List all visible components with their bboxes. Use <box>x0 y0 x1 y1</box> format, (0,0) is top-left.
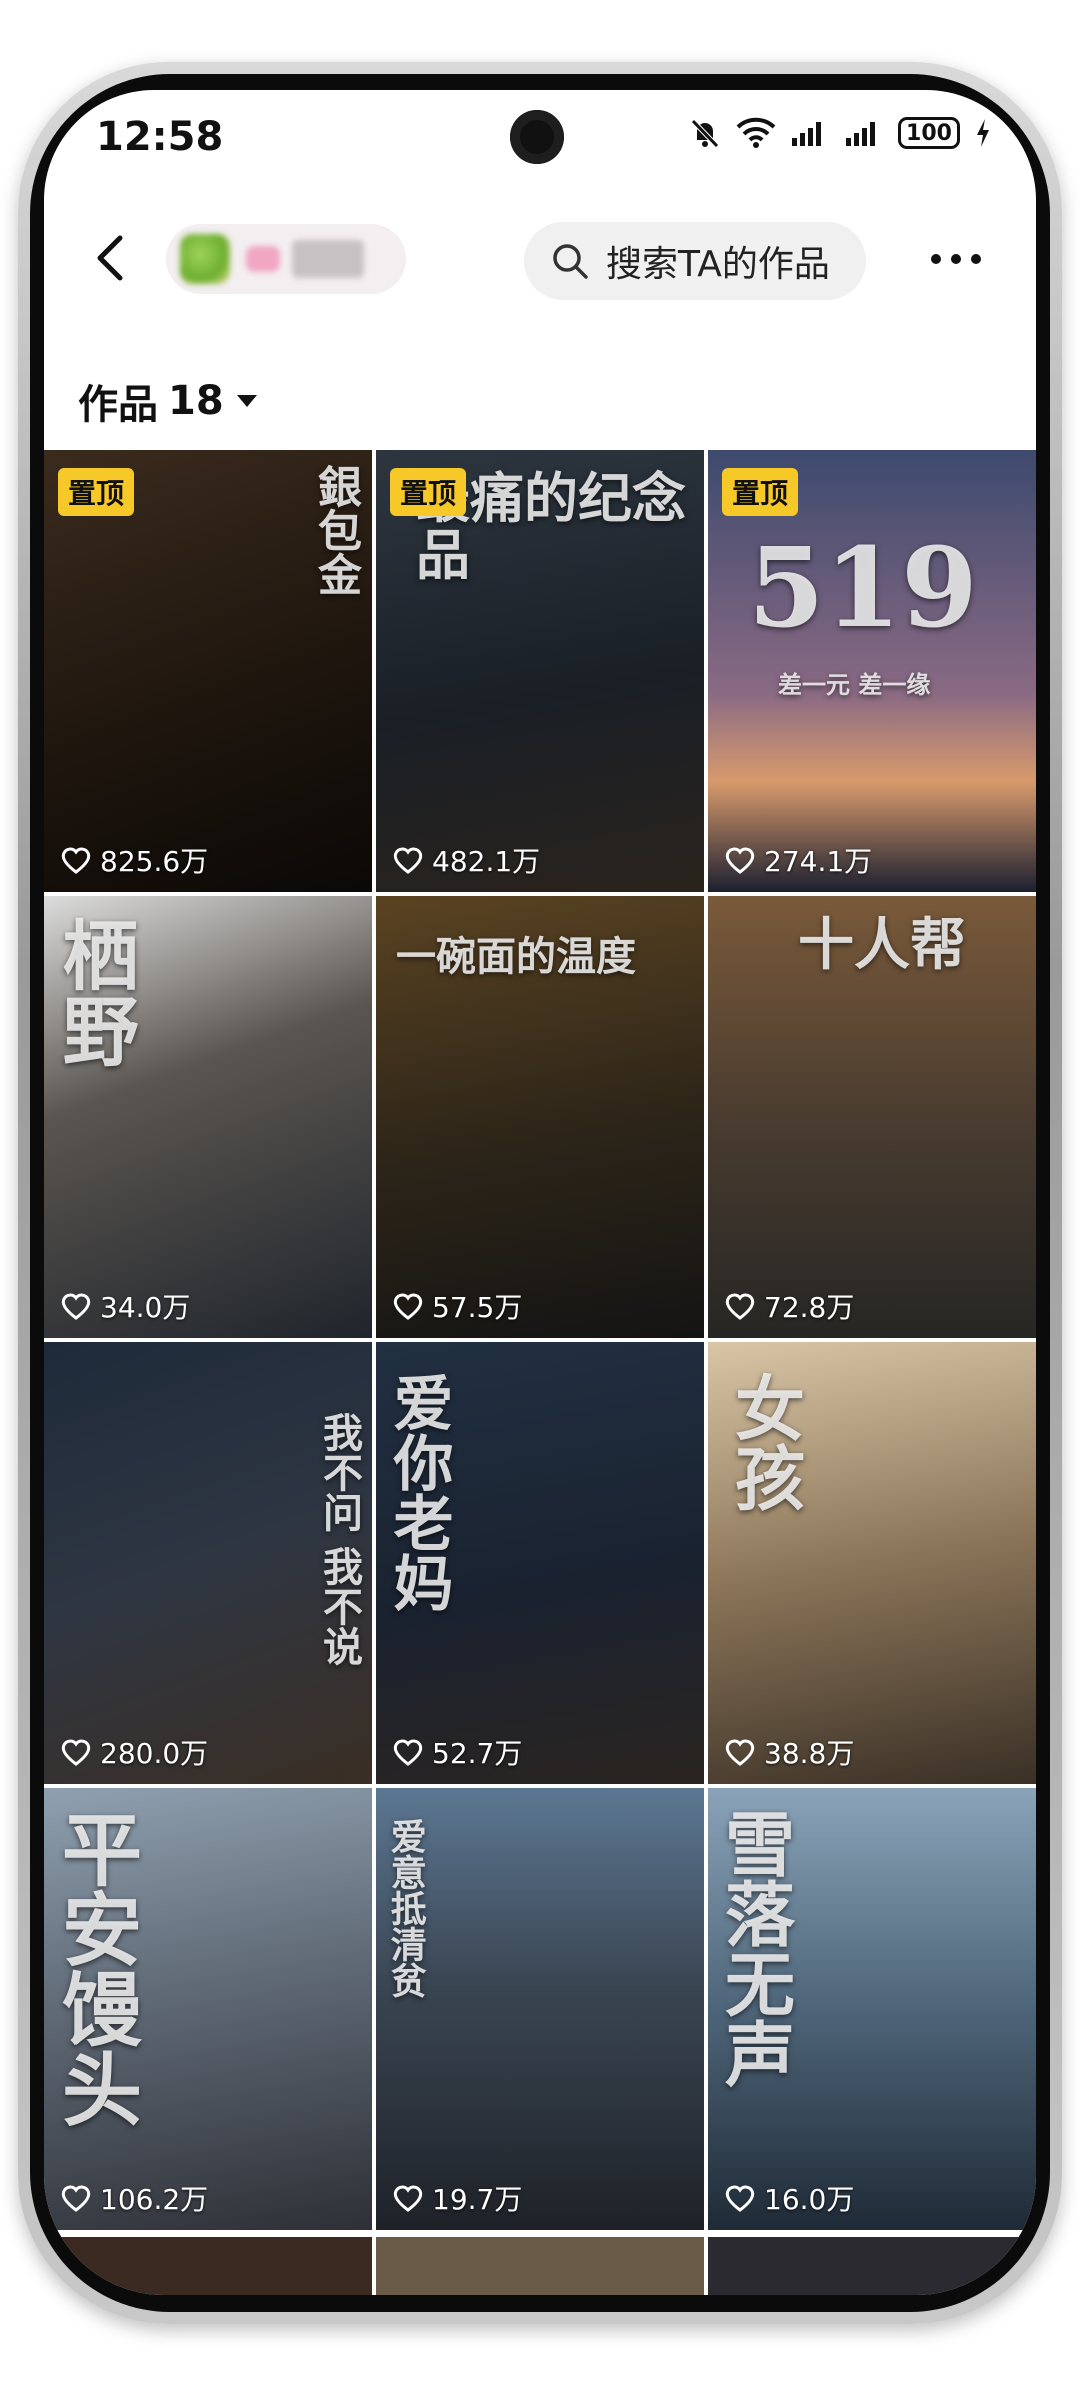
video-card[interactable]: 銀包金 置顶 825.6万 <box>44 450 372 892</box>
heart-icon <box>725 847 755 874</box>
search-placeholder: 搜索TA的作品 <box>606 244 830 285</box>
like-count-text: 482.1万 <box>432 845 541 878</box>
pinned-badge: 置顶 <box>722 468 799 516</box>
like-count-text: 34.0万 <box>100 1291 191 1324</box>
video-card-partial[interactable] <box>376 2237 704 2295</box>
poster-subtitle: 差一元 差一缘 <box>778 670 931 699</box>
front-camera <box>510 110 564 164</box>
wifi-icon <box>736 117 776 148</box>
poster-title: 平安馒头 <box>49 1808 143 2128</box>
video-card[interactable]: 最痛的纪念品 置顶 482.1万 <box>376 450 704 892</box>
back-arrow-icon[interactable] <box>84 228 144 288</box>
status-icons: 100 <box>688 116 992 150</box>
video-card[interactable]: 女孩 38.8万 <box>708 1342 1036 1784</box>
heart-icon <box>61 1739 91 1766</box>
heart-icon <box>393 2185 423 2212</box>
heart-icon <box>393 1739 423 1766</box>
profile-header: 搜索TA的作品 <box>44 200 1036 320</box>
poster-title: 爱你老妈 <box>383 1372 453 1612</box>
video-card[interactable]: 爱你老妈 52.7万 <box>376 1342 704 1784</box>
video-card[interactable]: 爱意抵清贫 19.7万 <box>376 1788 704 2230</box>
more-options-icon[interactable] <box>926 244 986 274</box>
poster-title: 女孩 <box>723 1372 807 1512</box>
like-count-text: 19.7万 <box>432 2183 523 2216</box>
poster-title: 銀包金 <box>310 464 361 596</box>
like-count: 482.1万 <box>392 840 540 880</box>
like-count: 34.0万 <box>60 1286 190 1326</box>
poster-title: 雪落无声 <box>713 1808 797 2088</box>
search-works-input[interactable]: 搜索TA的作品 <box>524 222 866 300</box>
like-count: 825.6万 <box>60 840 208 880</box>
like-count-text: 106.2万 <box>100 2183 209 2216</box>
username-blur-part <box>292 240 364 278</box>
like-count: 52.7万 <box>392 1732 522 1772</box>
heart-icon <box>61 1293 91 1320</box>
like-count-text: 72.8万 <box>764 1291 855 1324</box>
heart-icon <box>393 1293 423 1320</box>
username-blur-part <box>246 246 280 272</box>
poster-title: 十人帮 <box>798 912 966 978</box>
video-card[interactable]: 519 差一元 差一缘 置顶 274.1万 <box>708 450 1036 892</box>
video-card[interactable]: 十人帮 72.8万 <box>708 896 1036 1338</box>
like-count-text: 38.8万 <box>764 1737 855 1770</box>
works-grid-next-row <box>44 2237 1036 2295</box>
user-identity-blurred[interactable] <box>166 224 406 294</box>
like-count-text: 16.0万 <box>764 2183 855 2216</box>
works-grid: 銀包金 置顶 825.6万 最痛的纪念品 置顶 482.1万 519 差一元 差一缘 置顶 274… <box>44 450 1036 2230</box>
works-filter[interactable]: 作品 18 <box>78 372 260 430</box>
like-count: 19.7万 <box>392 2178 522 2218</box>
mute-bell-icon <box>691 119 719 148</box>
charging-bolt-icon <box>977 119 989 147</box>
poster-title: 爱意抵清贫 <box>384 1818 427 1998</box>
battery-indicator: 100 <box>898 117 960 149</box>
heart-icon <box>725 2185 755 2212</box>
like-count: 16.0万 <box>724 2178 854 2218</box>
pinned-badge: 置顶 <box>58 468 135 516</box>
poster-title: 我不问 我不说 <box>316 1412 363 1666</box>
heart-icon <box>393 847 423 874</box>
works-label: 作品 <box>78 382 158 428</box>
video-card[interactable]: 我不问 我不说 280.0万 <box>44 1342 372 1784</box>
like-count-text: 52.7万 <box>432 1737 523 1770</box>
search-icon <box>553 244 588 279</box>
status-bar: 12:58 100 <box>44 90 1036 186</box>
signal-icon-sim1 <box>792 122 821 146</box>
heart-icon <box>725 1739 755 1766</box>
video-card[interactable]: 雪落无声 16.0万 <box>708 1788 1036 2230</box>
poster-title: 栖野 <box>49 916 139 1068</box>
heart-icon <box>725 1293 755 1320</box>
video-card-partial[interactable] <box>44 2237 372 2295</box>
status-time: 12:58 <box>96 114 224 160</box>
like-count-text: 274.1万 <box>764 845 873 878</box>
heart-icon <box>61 2185 91 2212</box>
like-count: 72.8万 <box>724 1286 854 1326</box>
works-count: 18 <box>168 378 224 424</box>
video-card[interactable]: 平安馒头 106.2万 <box>44 1788 372 2230</box>
video-card[interactable]: 一碗面的温度 57.5万 <box>376 896 704 1338</box>
like-count: 274.1万 <box>724 840 872 880</box>
like-count-text: 825.6万 <box>100 845 209 878</box>
like-count: 38.8万 <box>724 1732 854 1772</box>
pinned-badge: 置顶 <box>390 468 467 516</box>
like-count: 280.0万 <box>60 1732 208 1772</box>
like-count-text: 57.5万 <box>432 1291 523 1324</box>
video-card[interactable]: 栖野 34.0万 <box>44 896 372 1338</box>
app-screen: 12:58 100 搜索TA的作品 作品 18 銀包金 置顶 825.6万 最痛… <box>44 90 1036 2295</box>
caret-down-icon <box>236 395 257 407</box>
video-card-partial[interactable] <box>708 2237 1036 2295</box>
avatar <box>180 234 230 284</box>
like-count-text: 280.0万 <box>100 1737 209 1770</box>
poster-title: 一碗面的温度 <box>396 933 636 980</box>
like-count: 57.5万 <box>392 1286 522 1326</box>
like-count: 106.2万 <box>60 2178 208 2218</box>
poster-title: 519 <box>748 523 978 652</box>
heart-icon <box>61 847 91 874</box>
signal-icon-sim2 <box>846 122 875 146</box>
